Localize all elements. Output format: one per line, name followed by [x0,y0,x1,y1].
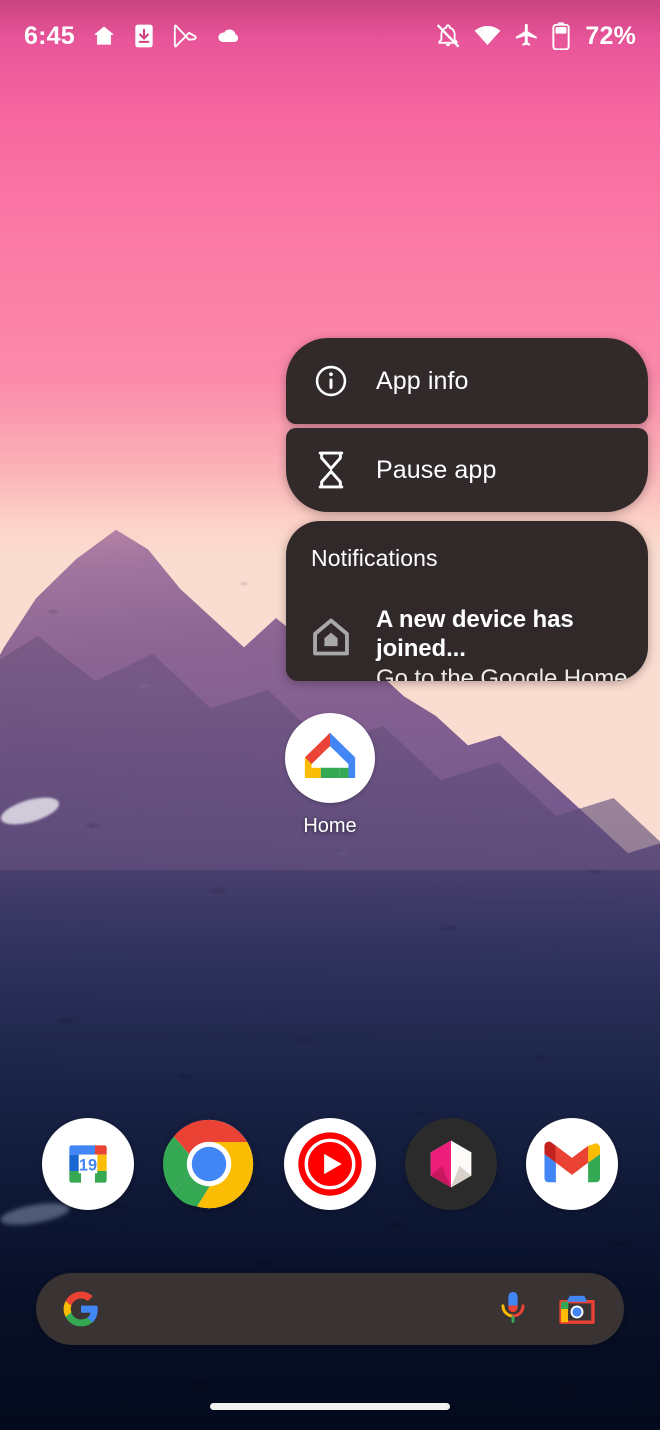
popup-item-label: App info [376,366,469,395]
home-outline-icon [286,605,376,659]
wifi-icon [474,25,501,47]
android-home-screen: 6:45 72% App info Pause app Notification… [0,0,660,1430]
airplane-mode-icon [514,23,539,49]
home-gesture-bar[interactable] [210,1403,450,1410]
chrome-icon [163,1118,255,1210]
microphone-icon[interactable] [496,1290,530,1328]
play-store-icon [171,23,197,49]
dock-app-photo-editor[interactable] [404,1118,497,1210]
notifications-header: Notifications [311,545,438,571]
dock-app-calendar[interactable]: 19 [42,1118,135,1210]
gmail-icon [525,1118,618,1210]
google-home-icon [285,713,375,803]
dock: 19 [0,1118,660,1210]
google-lens-icon[interactable] [556,1290,598,1328]
status-bar-right: 72% [435,22,636,51]
google-search-bar[interactable] [36,1273,624,1345]
app-label: Home [303,815,357,837]
battery-percent-label: 72% [585,21,636,50]
google-g-icon [62,1290,100,1328]
notification-body: Go to the Google Home ... [376,664,628,681]
dock-app-chrome[interactable] [163,1118,255,1210]
google-calendar-icon: 19 [42,1118,135,1210]
dock-app-youtube-music[interactable] [283,1118,376,1210]
status-bar: 6:45 72% [0,0,660,72]
popup-notifications-card[interactable]: Notifications A new device has joined...… [286,521,648,681]
notification-entry[interactable]: A new device has joined... Go to the Goo… [286,605,648,681]
snapseed-icon [404,1118,497,1210]
calendar-day-number: 19 [79,1156,97,1174]
battery-icon [552,22,570,50]
popup-item-pause-app[interactable]: Pause app [286,428,648,512]
download-icon [133,23,155,49]
notifications-off-icon [435,23,461,49]
status-bar-left: 6:45 [24,22,241,51]
youtube-music-icon [283,1118,376,1210]
status-bar-clock: 6:45 [24,21,75,50]
home-indicator-icon [91,23,117,49]
notification-text-block: A new device has joined... Go to the Goo… [376,605,648,681]
dock-app-gmail[interactable] [525,1118,618,1210]
popup-item-app-info[interactable]: App info [286,338,648,424]
app-icon-home[interactable]: Home [280,713,380,838]
hourglass-icon [286,451,376,489]
cloud-icon [213,25,241,47]
info-icon [286,363,376,399]
popup-item-label: Pause app [376,455,497,484]
notification-title: A new device has joined... [376,606,574,663]
